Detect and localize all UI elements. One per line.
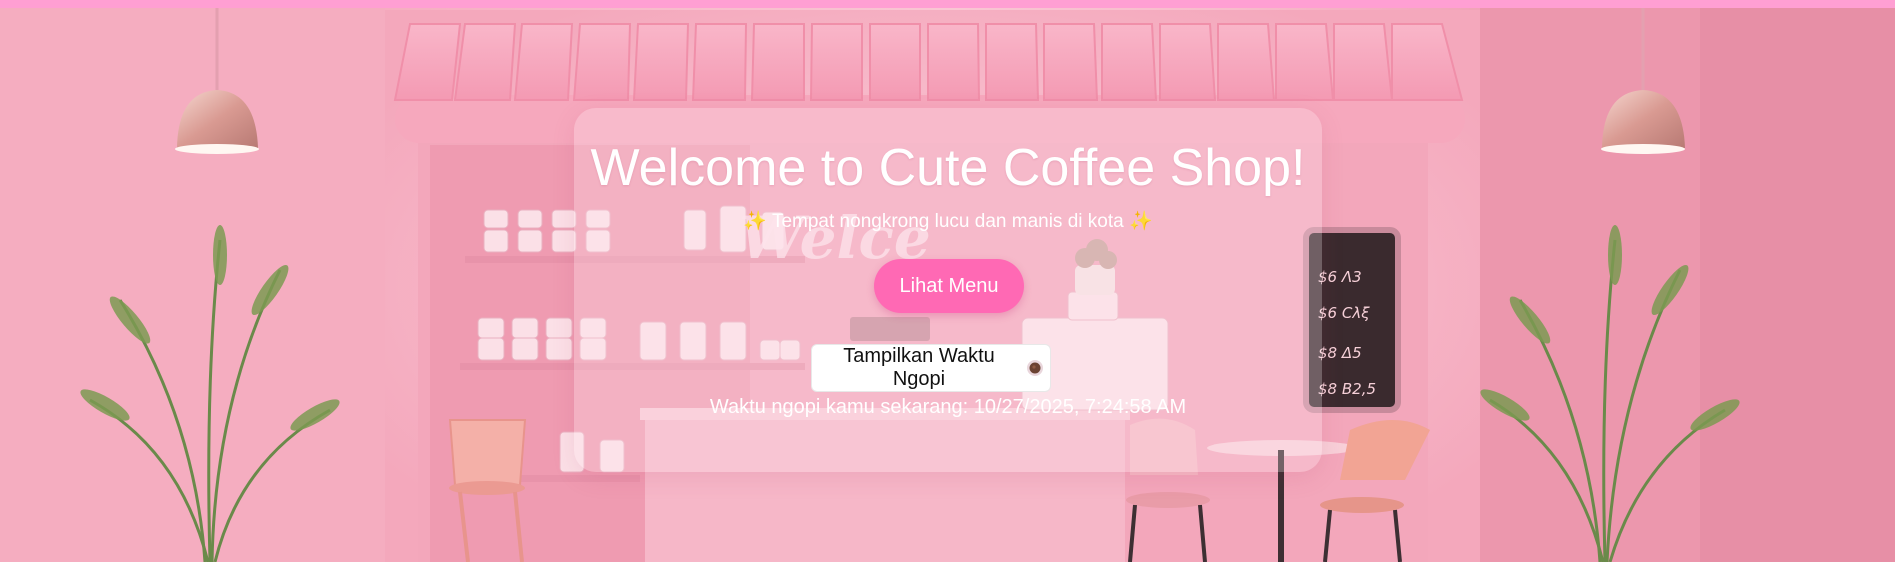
welcome-card: Welcome to Cute Coffee Shop! ✨ Tempat no… (574, 108, 1322, 472)
view-menu-button[interactable]: Lihat Menu (874, 259, 1024, 313)
coffee-time-display: Waktu ngopi kamu sekarang: 10/27/2025, 7… (574, 394, 1322, 420)
page: Welce $6 Λ3 $6 Cλξ $8 Δ5 $8 B2,5 Welcome… (0, 0, 1895, 562)
tagline-text: Tempat nongkrong lucu dan manis di kota (771, 211, 1124, 232)
sparkle-icon: ✨ (743, 211, 768, 232)
tagline: ✨ Tempat nongkrong lucu dan manis di kot… (574, 210, 1322, 234)
top-accent-bar (0, 0, 1895, 8)
chalkboard-line: $6 Cλξ (1318, 304, 1370, 322)
show-coffee-time-label: Tampilkan Waktu Ngopi (843, 345, 995, 390)
page-title: Welcome to Cute Coffee Shop! (590, 139, 1306, 197)
show-coffee-time-button[interactable]: Tampilkan Waktu Ngopi (811, 344, 1051, 392)
coffee-time-value: 10/27/2025, 7:24:58 AM (973, 396, 1187, 418)
chalkboard-line: $8 Δ5 (1318, 344, 1362, 362)
chalkboard-line: $8 B2,5 (1318, 380, 1376, 398)
coffee-cup-icon (1026, 359, 1044, 377)
sparkle-icon: ✨ (1128, 211, 1153, 232)
chalkboard-line: $6 Λ3 (1318, 268, 1362, 286)
coffee-time-prefix: Waktu ngopi kamu sekarang: (709, 396, 974, 418)
